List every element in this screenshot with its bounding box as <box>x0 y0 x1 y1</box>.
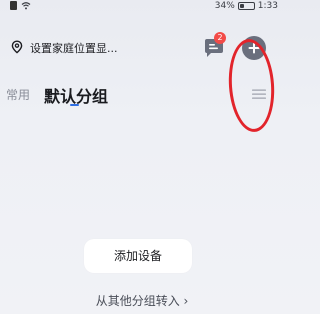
active-tab-indicator <box>70 104 79 106</box>
location-pin-icon <box>11 40 23 54</box>
add-device-button[interactable]: 添加设备 <box>84 239 192 273</box>
status-left <box>10 1 31 10</box>
menu-icon[interactable] <box>252 89 266 99</box>
wifi-icon <box>21 2 31 10</box>
sim-icon <box>10 1 17 10</box>
tab-common[interactable]: 常用 <box>6 86 30 103</box>
home-header: 设置家庭位置显... 2 <box>0 30 284 134</box>
status-bar: 34% 1:33 <box>0 0 284 14</box>
battery-percent: 34% <box>214 1 235 11</box>
battery-level <box>239 4 244 8</box>
home-location-text[interactable]: 设置家庭位置显... <box>30 40 118 56</box>
status-time: 1:33 <box>257 1 278 11</box>
status-right: 34% 1:33 <box>215 1 278 11</box>
group-tabs: 常用 默认分组 <box>0 80 284 110</box>
message-badge: 2 <box>214 32 226 44</box>
battery-icon <box>237 2 255 10</box>
move-from-other-group-link[interactable]: 从其他分组转入 › <box>0 292 284 309</box>
